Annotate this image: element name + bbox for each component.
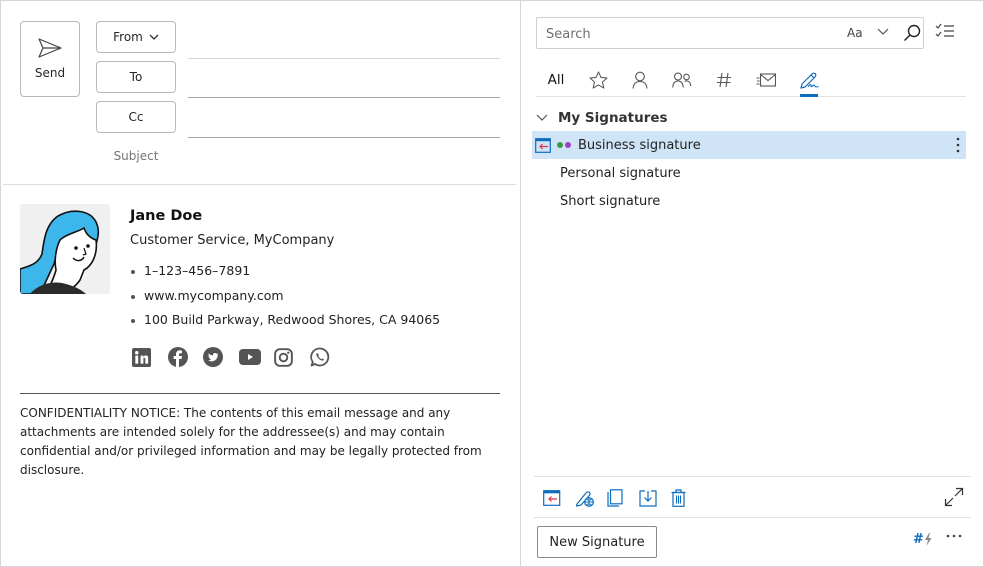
- mail-icon: [756, 73, 776, 87]
- new-signature-button[interactable]: New Signature: [537, 526, 657, 558]
- delete-signature-button[interactable]: [671, 487, 703, 509]
- header-divider: [3, 184, 516, 185]
- twitter-icon[interactable]: [203, 346, 239, 368]
- cc-field[interactable]: [188, 137, 500, 138]
- signature-divider: [20, 393, 500, 394]
- tab-all[interactable]: All: [536, 65, 576, 95]
- facebook-icon[interactable]: [167, 346, 204, 368]
- toolbar-divider: [534, 476, 971, 477]
- delete-icon: [671, 489, 686, 507]
- edit-signature-icon: [575, 491, 594, 507]
- edit-signature-button[interactable]: [575, 487, 607, 509]
- signature-title: Customer Service, MyCompany: [130, 233, 335, 248]
- category-tabs: All: [536, 61, 966, 97]
- lightning-icon: [924, 533, 932, 546]
- more-vertical-icon[interactable]: [956, 137, 960, 153]
- signature-item-business[interactable]: Business signature: [532, 131, 966, 159]
- insert-signature-icon: [543, 490, 561, 506]
- send-label: Send: [34, 66, 66, 80]
- social-icons: [132, 346, 345, 368]
- cc-label: Cc: [128, 110, 144, 124]
- search-box: Aa: [536, 17, 924, 49]
- signature-name-label: Short signature: [560, 193, 661, 209]
- quick-tags-button[interactable]: #: [913, 532, 932, 547]
- signature-toolbar: [543, 487, 703, 509]
- search-input[interactable]: [546, 24, 826, 44]
- instagram-icon[interactable]: [274, 346, 310, 368]
- more-horizontal-icon[interactable]: [946, 534, 962, 538]
- avatar-illustration: [20, 204, 110, 294]
- from-button[interactable]: From: [96, 21, 176, 53]
- chevron-down-icon: [149, 34, 159, 40]
- phone-text: 1–123–456–7891: [144, 263, 251, 278]
- bullet: [131, 270, 135, 274]
- chevron-down-icon: [536, 114, 548, 121]
- checklist-filter-icon[interactable]: [935, 23, 955, 39]
- person-icon: [632, 71, 648, 89]
- purple-category-dot: [565, 142, 571, 148]
- to-field[interactable]: [188, 97, 500, 98]
- insert-signature-button[interactable]: [543, 487, 575, 509]
- tab-shared[interactable]: [669, 65, 695, 95]
- signature-contact-list: 1–123–456–7891 www.mycompany.com 100 Bui…: [130, 263, 440, 337]
- signature-pen-icon: [800, 72, 819, 89]
- copy-icon: [607, 489, 623, 507]
- signature-name-label: Personal signature: [560, 165, 681, 181]
- import-signature-button[interactable]: [639, 487, 671, 509]
- signature-name-label: Business signature: [578, 137, 701, 153]
- to-label: To: [129, 70, 143, 84]
- signature-name: Jane Doe: [130, 208, 203, 224]
- contact-website: www.mycompany.com: [130, 288, 440, 313]
- expand-icon[interactable]: [944, 487, 964, 507]
- from-label: From: [113, 30, 143, 44]
- people-icon: [672, 72, 692, 88]
- tab-templates[interactable]: [752, 65, 780, 95]
- cc-button[interactable]: Cc: [96, 101, 176, 133]
- hash-icon: #: [913, 532, 924, 547]
- contact-address: 100 Build Parkway, Redwood Shores, CA 94…: [130, 312, 440, 337]
- subject-label: Subject: [113, 149, 159, 163]
- color-category-dots: [557, 142, 571, 148]
- hash-icon: [717, 72, 731, 88]
- tab-favorites[interactable]: [586, 65, 610, 95]
- star-icon: [588, 71, 608, 89]
- copy-signature-button[interactable]: [607, 487, 639, 509]
- avatar: [20, 204, 110, 294]
- tab-signatures[interactable]: [795, 65, 823, 97]
- contact-phone: 1–123–456–7891: [130, 263, 440, 288]
- send-button[interactable]: Send: [20, 21, 80, 97]
- tab-tags[interactable]: [712, 65, 736, 95]
- linkedin-icon[interactable]: [132, 346, 168, 368]
- send-icon: [38, 38, 62, 58]
- signature-item-personal[interactable]: Personal signature: [532, 159, 966, 187]
- compose-pane: Send From To Cc Subject Jane Doe Custome…: [1, 1, 521, 566]
- address-text: 100 Build Parkway, Redwood Shores, CA 94…: [144, 312, 441, 327]
- group-title: My Signatures: [558, 110, 668, 126]
- green-category-dot: [557, 142, 563, 148]
- default-signature-icon: [535, 137, 551, 153]
- whatsapp-icon[interactable]: [309, 346, 346, 368]
- from-field-line: [188, 58, 500, 59]
- youtube-icon[interactable]: [238, 346, 275, 368]
- match-case-toggle[interactable]: Aa: [847, 26, 863, 40]
- to-button[interactable]: To: [96, 61, 176, 93]
- chevron-down-icon[interactable]: [877, 28, 889, 36]
- search-icon[interactable]: [903, 24, 921, 42]
- website-text: www.mycompany.com: [144, 287, 284, 303]
- bullet: [131, 294, 135, 299]
- tab-personal[interactable]: [628, 65, 652, 95]
- signatures-panel: Aa All My Signatures: [521, 1, 983, 566]
- signature-item-short[interactable]: Short signature: [532, 187, 966, 215]
- confidentiality-notice: CONFIDENTIALITY NOTICE: The contents of …: [20, 406, 482, 477]
- import-icon: [639, 489, 657, 507]
- bullet: [131, 319, 135, 323]
- footer-divider: [534, 517, 971, 518]
- group-my-signatures[interactable]: My Signatures: [536, 107, 668, 129]
